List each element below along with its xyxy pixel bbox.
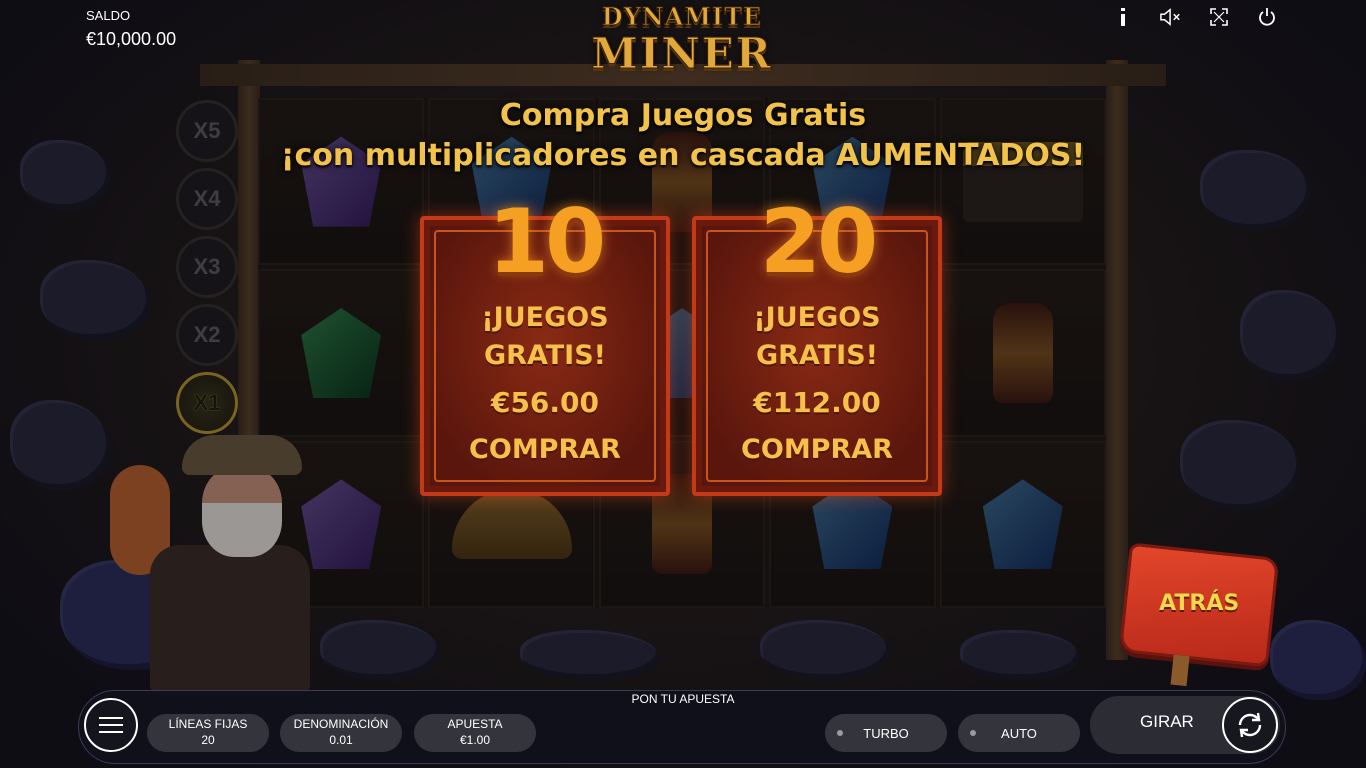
- balance-value: €10,000.00: [86, 29, 177, 49]
- auto-label: AUTO: [1001, 725, 1037, 741]
- logo-line-1: DYNAMITE: [601, 2, 763, 32]
- offer-price: €112.00: [753, 386, 881, 419]
- offer-10-free-games[interactable]: 10 ¡JUEGOS GRATIS! €56.00 COMPRAR: [420, 190, 670, 496]
- spin-arrows-icon: [1238, 712, 1262, 738]
- hamburger-line: [99, 724, 123, 726]
- toggle-indicator: [837, 730, 843, 736]
- denomination-value: 0.01: [329, 733, 353, 747]
- bet-value: €1.00: [459, 733, 491, 747]
- toggle-indicator: [970, 730, 976, 736]
- offer-count: 20: [759, 190, 878, 293]
- top-right-controls: [1112, 6, 1278, 28]
- bet-label: APUESTA: [447, 717, 503, 731]
- fixed-lines-label: LÍNEAS FIJAS: [168, 717, 248, 731]
- auto-toggle[interactable]: AUTO: [958, 714, 1080, 752]
- buy-button[interactable]: COMPRAR: [424, 434, 666, 465]
- denomination-label: DENOMINACIÓN: [293, 717, 389, 731]
- offer-text-line-1: ¡JUEGOS: [753, 302, 881, 333]
- buy-free-games-subtitle: ¡con multiplicadores en cascada AUMENTAD…: [280, 138, 1086, 173]
- buy-button[interactable]: COMPRAR: [696, 434, 938, 465]
- fixed-lines-display: LÍNEAS FIJAS 20: [147, 714, 269, 752]
- turbo-toggle[interactable]: TURBO: [825, 714, 947, 752]
- sign-post: [1170, 654, 1190, 687]
- offer-price: €56.00: [490, 386, 600, 419]
- denomination-selector[interactable]: DENOMINACIÓN 0.01: [280, 714, 402, 752]
- logo-line-2: MINER: [591, 29, 773, 78]
- fixed-lines-value: 20: [201, 733, 215, 747]
- menu-button[interactable]: [84, 698, 138, 752]
- balance-label: SALDO: [86, 8, 131, 23]
- back-button[interactable]: ATRÁS: [1118, 542, 1280, 687]
- turbo-label: TURBO: [863, 725, 909, 741]
- hamburger-line: [99, 731, 123, 733]
- offer-20-free-games[interactable]: 20 ¡JUEGOS GRATIS! €112.00 COMPRAR: [692, 190, 942, 496]
- bet-selector[interactable]: APUESTA €1.00: [414, 714, 536, 752]
- spin-button[interactable]: [1222, 697, 1278, 753]
- offer-text-line-2: GRATIS!: [484, 340, 606, 371]
- spin-label: GIRAR: [1140, 712, 1194, 731]
- fullscreen-icon[interactable]: [1208, 6, 1230, 28]
- sound-muted-icon[interactable]: [1160, 6, 1182, 28]
- offer-text-line-1: ¡JUEGOS: [481, 302, 609, 333]
- game-logo: DYNAMITE MINER: [562, 2, 802, 82]
- info-icon[interactable]: [1112, 6, 1134, 28]
- power-icon[interactable]: [1256, 6, 1278, 28]
- balance-display: SALDO €10,000.00: [86, 8, 176, 50]
- offer-count: 10: [487, 190, 606, 293]
- buy-free-games-title: Compra Juegos Gratis: [499, 98, 867, 133]
- back-button-label: ATRÁS: [1159, 591, 1240, 617]
- hamburger-line: [99, 717, 123, 719]
- offer-text-line-2: GRATIS!: [756, 340, 878, 371]
